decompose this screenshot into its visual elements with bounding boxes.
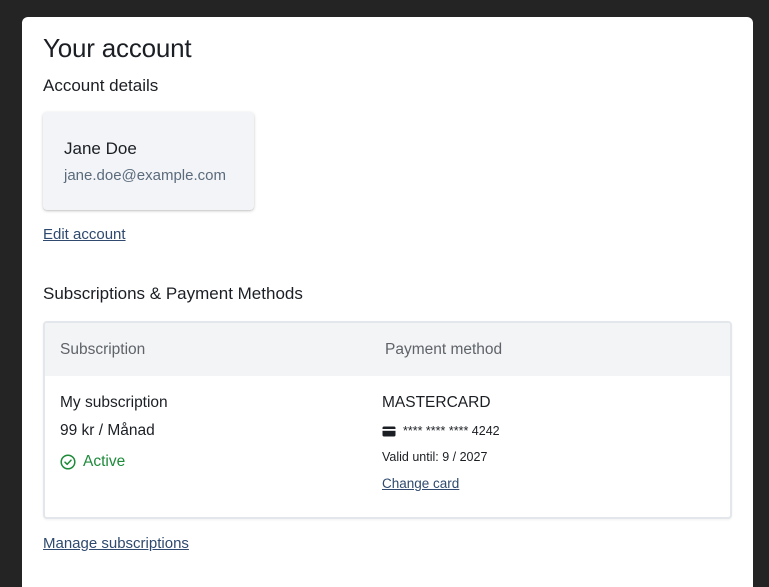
subscriptions-heading: Subscriptions & Payment Methods xyxy=(43,284,303,303)
column-header-subscription: Subscription xyxy=(60,341,146,358)
account-details-heading: Account details xyxy=(43,76,159,95)
status-label: Active xyxy=(83,453,126,470)
user-name: Jane Doe xyxy=(64,139,137,158)
user-email: jane.doe@example.com xyxy=(64,167,226,184)
credit-card-icon xyxy=(382,426,396,436)
user-card: Jane Doe jane.doe@example.com xyxy=(43,112,254,210)
card-valid-until: Valid until: 9 / 2027 xyxy=(382,450,488,464)
subscriptions-table: Subscription Payment method My subscript… xyxy=(43,321,732,519)
check-circle-icon xyxy=(60,454,76,470)
change-card-link[interactable]: Change card xyxy=(382,476,459,491)
subscription-price: 99 kr / Månad xyxy=(60,422,155,439)
card-number-row: **** **** **** 4242 xyxy=(382,424,500,438)
status-badge: Active xyxy=(60,453,125,471)
edit-account-link[interactable]: Edit account xyxy=(43,226,126,243)
manage-subscriptions-link[interactable]: Manage subscriptions xyxy=(43,535,189,552)
account-panel: Your account Account details Jane Doe ja… xyxy=(22,17,753,587)
table-header: Subscription Payment method xyxy=(45,323,730,376)
page-title: Your account xyxy=(43,33,192,63)
card-number: **** **** **** 4242 xyxy=(403,424,500,438)
card-brand: MASTERCARD xyxy=(382,394,491,411)
subscription-name: My subscription xyxy=(60,394,168,411)
column-header-payment-method: Payment method xyxy=(385,341,503,358)
